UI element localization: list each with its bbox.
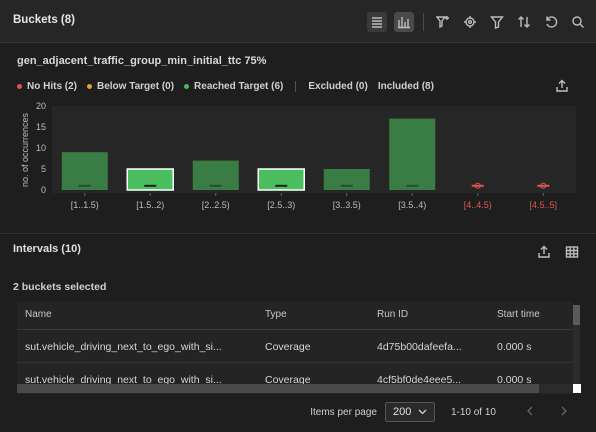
intervals-toolbar <box>526 242 582 262</box>
cell-type: Coverage <box>265 341 311 353</box>
pagination: Items per page 200 1-10 of 10 <box>310 402 568 422</box>
scrollbar-corner <box>573 384 581 393</box>
export-icon <box>556 79 568 92</box>
metric-title: gen_adjacent_traffic_group_min_initial_t… <box>17 55 267 67</box>
bucket-chart: no. of occurrences 0 5 10 15 20 [1..1.5) [1.5… <box>20 101 576 210</box>
column-header-type[interactable]: Type <box>265 309 287 320</box>
bar[interactable] <box>323 169 370 190</box>
vertical-scroll-thumb[interactable] <box>573 305 580 325</box>
y-tick-label: 15 <box>36 122 46 132</box>
chevron-right-icon <box>561 406 567 416</box>
vertical-scrollbar[interactable] <box>573 305 580 393</box>
header-toolbar <box>360 11 588 33</box>
filter-icon <box>490 16 504 29</box>
below-target-dot-icon <box>87 84 92 89</box>
intervals-table: Name Type Run ID Start time sut.vehicle_… <box>17 302 573 394</box>
legend-reached-label: Reached Target (6) <box>194 81 284 92</box>
legend-no-hits-label: No Hits (2) <box>27 81 77 92</box>
y-tick-label: 5 <box>41 164 46 174</box>
y-axis-label: no. of occurrences <box>20 112 30 187</box>
filter-add-icon <box>436 16 449 29</box>
bar[interactable] <box>389 118 436 190</box>
legend-below-label: Below Target (0) <box>97 81 175 92</box>
x-tick-label: [4.5..5] <box>529 200 557 210</box>
legend-included[interactable]: Included (8) <box>378 81 434 92</box>
table-icon <box>565 246 579 258</box>
legend: No Hits (2) Below Target (0) Reached Tar… <box>17 81 444 92</box>
list-view-button[interactable] <box>367 12 387 32</box>
column-header-run-id[interactable]: Run ID <box>377 309 408 320</box>
legend-divider <box>295 81 297 92</box>
export-chart-button[interactable] <box>552 76 572 96</box>
table-row[interactable]: sut.vehicle_driving_next_to_ego_with_si.… <box>17 330 573 363</box>
add-filter-button[interactable] <box>433 12 453 32</box>
bar[interactable] <box>257 168 305 191</box>
legend-no-hits[interactable]: No Hits (2) <box>17 81 77 92</box>
items-per-page-label: Items per page <box>310 406 377 418</box>
bar-chart-icon <box>398 17 410 29</box>
target-button[interactable] <box>460 12 480 32</box>
search-button[interactable] <box>568 12 588 32</box>
items-per-page-value: 200 <box>392 406 412 418</box>
export-intervals-button[interactable] <box>534 242 554 262</box>
x-tick-label: [1..1.5) <box>71 200 99 210</box>
x-tick-label: [1.5..2) <box>136 200 164 210</box>
prev-page-button[interactable] <box>526 405 534 419</box>
x-tick-label: [2..2.5) <box>202 200 230 210</box>
legend-reached-target[interactable]: Reached Target (6) <box>184 81 283 92</box>
reached-target-dot-icon <box>184 84 190 89</box>
target-icon <box>464 16 476 28</box>
export-icon <box>538 245 550 258</box>
sort-button[interactable] <box>514 12 534 32</box>
legend-included-label: Included (8) <box>377 81 434 92</box>
y-tick-label: 0 <box>41 185 46 195</box>
cell-name: sut.vehicle_driving_next_to_ego_with_si.… <box>25 341 222 353</box>
columns-button[interactable] <box>562 242 582 262</box>
y-tick-label: 20 <box>36 101 46 111</box>
chevron-down-icon <box>418 409 427 415</box>
x-tick-label: [3.5..4) <box>398 200 426 210</box>
filter-button[interactable] <box>487 12 507 32</box>
legend-below-target[interactable]: Below Target (0) <box>87 81 174 92</box>
bar[interactable] <box>126 168 174 191</box>
y-ticks: 0 5 10 15 20 <box>36 101 46 195</box>
x-tick-label: [3..3.5) <box>333 200 361 210</box>
reset-button[interactable] <box>541 12 561 32</box>
intervals-header: Intervals (10) <box>0 233 596 266</box>
panel-title: Buckets (8) <box>13 14 75 26</box>
items-per-page-select[interactable]: 200 <box>384 402 435 422</box>
column-header-name[interactable]: Name <box>25 309 52 320</box>
column-header-start-time[interactable]: Start time <box>497 309 540 320</box>
horizontal-scroll-thumb[interactable] <box>17 384 539 393</box>
legend-excluded-label: Excluded (0) <box>308 81 368 92</box>
cell-run-id: 4d75b00dafeefa... <box>377 341 462 353</box>
cell-start-time: 0.000 s <box>497 341 532 353</box>
intervals-title: Intervals (10) <box>13 243 81 255</box>
table-header: Name Type Run ID Start time <box>17 302 573 330</box>
buckets-header: Buckets (8) <box>0 0 596 43</box>
list-icon <box>372 17 382 28</box>
page-range: 1-10 of 10 <box>450 406 496 418</box>
search-icon <box>572 16 584 28</box>
undo-icon <box>546 16 558 28</box>
chevron-left-icon <box>527 406 533 416</box>
no-hits-dot-icon <box>17 84 22 89</box>
selection-status: 2 buckets selected <box>13 281 107 293</box>
chart-view-button[interactable] <box>394 12 414 32</box>
x-tick-label: [2.5..3) <box>267 200 295 210</box>
horizontal-scrollbar[interactable] <box>17 384 573 393</box>
x-ticks: [1..1.5) [1.5..2) [2..2.5) [2.5..3) [3..3.5)… <box>71 193 557 210</box>
legend-excluded[interactable]: Excluded (0) <box>308 81 367 92</box>
next-page-button[interactable] <box>560 405 568 419</box>
bar[interactable] <box>61 152 108 190</box>
sort-icon <box>518 16 530 28</box>
y-tick-label: 10 <box>36 143 46 153</box>
toolbar-divider <box>423 13 424 31</box>
x-tick-label: [4..4.5) <box>464 200 492 210</box>
